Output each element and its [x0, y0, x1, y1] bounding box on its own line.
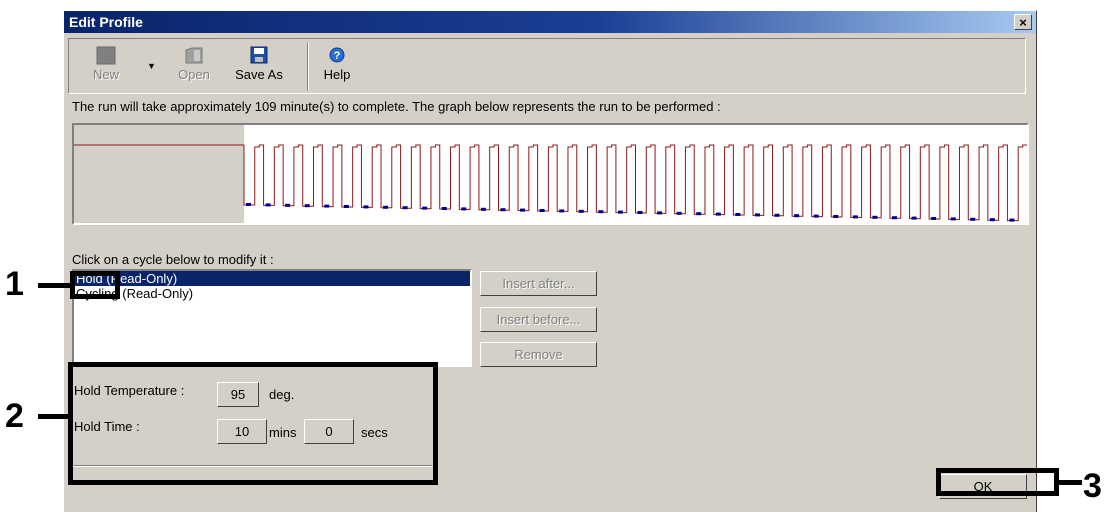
acquisition-marker — [598, 210, 604, 214]
svg-text:?: ? — [334, 50, 341, 62]
acquisition-marker — [774, 213, 780, 217]
acquisition-marker — [480, 207, 486, 211]
acquisition-marker — [891, 216, 897, 220]
acquisition-marker — [911, 216, 917, 220]
acquisition-marker — [500, 208, 506, 212]
acquisition-marker — [950, 217, 956, 221]
acquisition-marker — [539, 209, 545, 212]
annotation-box-2 — [68, 362, 438, 485]
open-button[interactable]: Open — [169, 45, 219, 91]
help-label: Help — [323, 67, 351, 82]
acquisition-marker — [696, 212, 702, 216]
acquisition-marker — [794, 214, 800, 218]
hold-segment-region — [74, 125, 244, 223]
acquisition-marker — [578, 209, 584, 213]
open-label: Open — [178, 67, 210, 82]
acquisition-marker — [852, 215, 858, 219]
acquisition-marker — [715, 212, 721, 216]
acquisition-marker — [833, 215, 839, 218]
acquisition-marker — [1009, 218, 1015, 222]
annotation-number-1: 1 — [5, 265, 24, 303]
help-icon: ? — [329, 47, 345, 63]
save-as-button[interactable]: Save As — [229, 45, 289, 91]
acquisition-marker — [970, 217, 976, 221]
acquisition-marker — [520, 208, 526, 212]
acquisition-marker — [383, 205, 389, 209]
annotation-line-2 — [38, 414, 68, 419]
acquisition-marker — [304, 204, 310, 208]
run-duration-text: The run will take approximately 109 minu… — [72, 99, 721, 114]
acquisition-marker — [676, 211, 682, 215]
acquisition-marker — [422, 206, 428, 210]
new-dropdown-icon[interactable]: ▼ — [147, 61, 156, 71]
toolbar: New ▼ Open Save As ? Help — [68, 38, 1026, 94]
acquisition-marker — [735, 213, 741, 216]
acquisition-marker — [559, 209, 565, 213]
cycle-item-hold[interactable]: Hold (Read-Only) — [74, 271, 470, 286]
annotation-number-2: 2 — [5, 397, 24, 435]
floppy-disk-icon — [250, 46, 268, 64]
annotation-box-1 — [70, 271, 120, 299]
run-profile-graph — [72, 123, 1029, 225]
cycling-temperature-line — [243, 144, 1027, 222]
close-button[interactable]: × — [1014, 14, 1032, 30]
remove-button[interactable]: Remove — [480, 342, 597, 367]
acquisition-marker — [657, 211, 663, 215]
acquisition-marker — [363, 205, 369, 209]
insert-after-button[interactable]: Insert after... — [480, 271, 597, 296]
cycle-prompt: Click on a cycle below to modify it : — [72, 252, 274, 267]
acquisition-marker — [637, 211, 643, 214]
toolbar-separator — [307, 43, 309, 91]
acquisition-marker — [931, 217, 937, 220]
help-button[interactable]: ? Help — [317, 45, 357, 91]
acquisition-marker — [402, 206, 408, 210]
cycle-item-cycling[interactable]: Cycling (Read-Only) — [74, 286, 470, 301]
new-button[interactable]: New — [81, 45, 131, 91]
window-title: Edit Profile — [69, 14, 143, 30]
acquisition-marker — [461, 207, 467, 211]
acquisition-marker — [441, 207, 447, 210]
acquisition-marker — [754, 213, 760, 217]
insert-before-button[interactable]: Insert before... — [480, 307, 597, 332]
title-bar: Edit Profile × — [64, 11, 1036, 33]
acquisition-marker — [246, 203, 251, 206]
annotation-number-3: 3 — [1083, 467, 1102, 505]
cycle-list[interactable]: Hold (Read-Only) Cycling (Read-Only) — [72, 269, 472, 367]
annotation-line-1 — [38, 283, 70, 288]
new-label: New — [92, 67, 119, 82]
acquisition-marker — [324, 204, 330, 208]
acquisition-marker — [265, 203, 271, 207]
acquisition-marker — [872, 215, 878, 219]
annotation-box-3 — [936, 468, 1059, 496]
acquisition-marker — [813, 214, 819, 218]
acquisition-marker — [285, 203, 291, 207]
open-folder-icon — [185, 47, 203, 64]
save-as-label: Save As — [235, 67, 283, 82]
new-profile-icon — [96, 46, 116, 65]
profile-graph-svg — [74, 125, 1027, 223]
acquisition-marker — [617, 210, 623, 214]
acquisition-marker — [343, 205, 349, 208]
annotation-line-3 — [1059, 480, 1082, 485]
acquisition-marker — [989, 218, 995, 222]
